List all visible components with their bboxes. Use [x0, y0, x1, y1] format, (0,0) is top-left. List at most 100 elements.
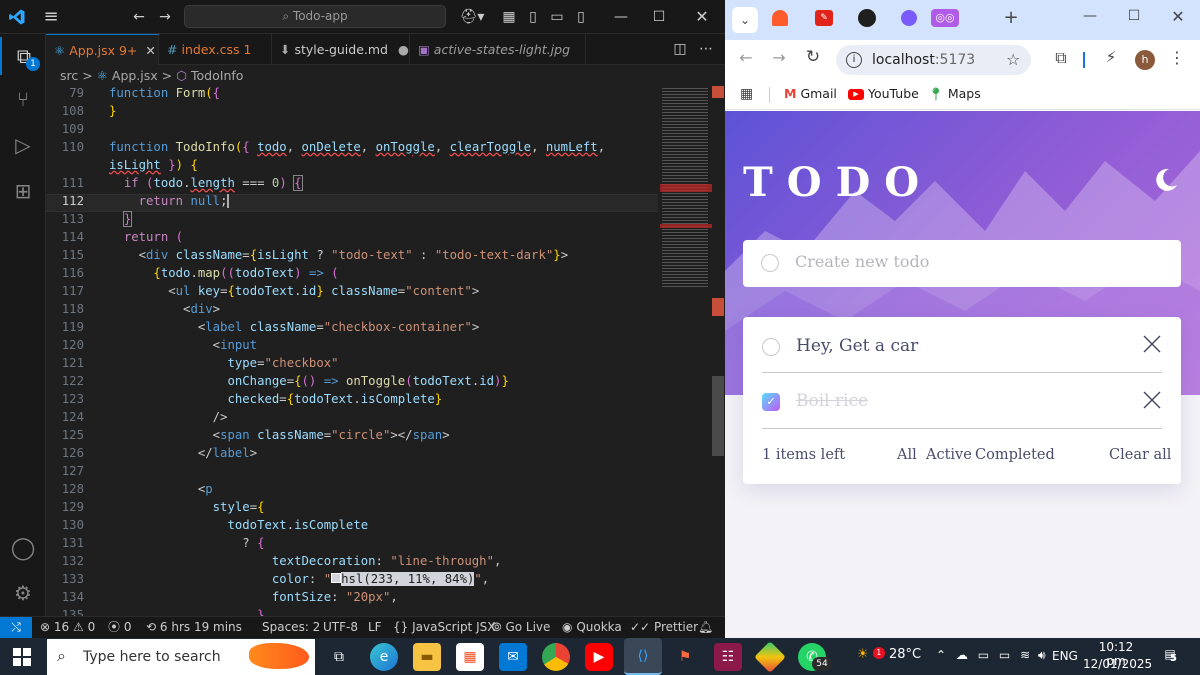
checked-circle-icon[interactable]: ✓: [762, 393, 780, 411]
toggle-panel-icon[interactable]: ▭: [546, 0, 568, 34]
avatar[interactable]: h: [1135, 50, 1155, 70]
file-explorer-icon[interactable]: ▬: [413, 643, 441, 671]
run-debug-icon[interactable]: ▷: [0, 126, 46, 164]
back-arrow-icon[interactable]: ←: [128, 0, 150, 34]
ports-indicator[interactable]: ⦿ 0: [108, 617, 131, 638]
layout-icon[interactable]: ▦: [498, 0, 520, 34]
app-icon-diamond[interactable]: [754, 641, 786, 673]
tab-favicon-2[interactable]: ✎: [815, 10, 833, 26]
youtube-app-icon[interactable]: ▶: [585, 643, 613, 671]
indentation[interactable]: Spaces: 2: [262, 617, 320, 638]
encoding[interactable]: UTF-8: [323, 617, 358, 638]
cloud-icon[interactable]: ☁: [956, 648, 968, 662]
end-of-line[interactable]: LF: [368, 617, 382, 638]
close-icon[interactable]: ✕: [1163, 7, 1193, 26]
todo-circle[interactable]: [762, 338, 780, 356]
tab-favicon-1[interactable]: [772, 10, 788, 26]
language-mode[interactable]: {} JavaScript JSX: [393, 617, 495, 638]
filter-active[interactable]: Active: [926, 447, 972, 463]
app-icon-flame[interactable]: ⚑: [671, 643, 699, 671]
tab-app-jsx[interactable]: ⚛ App.jsx 9+ ✕: [46, 34, 159, 65]
settings-gear-icon[interactable]: ⚙: [0, 574, 46, 612]
performance-icon[interactable]: ⚡: [1101, 48, 1121, 66]
reload-icon[interactable]: ↻: [802, 47, 824, 67]
notification-center-icon[interactable]: ▤ 5: [1160, 647, 1180, 665]
tab-search-button[interactable]: ⌄: [732, 7, 758, 33]
bookmark-maps[interactable]: 📍︎ Maps: [928, 86, 981, 102]
tab-favicon-5[interactable]: ◎◎: [931, 9, 959, 27]
notifications-bell-icon[interactable]: 🔔︎: [698, 617, 713, 638]
accounts-icon[interactable]: ◯: [0, 530, 46, 568]
address-bar[interactable]: i localhost:5173 ☆: [836, 45, 1031, 75]
breadcrumb-file[interactable]: App.jsx: [112, 68, 158, 83]
more-actions-icon[interactable]: ⋯: [696, 34, 716, 65]
forward-arrow-icon[interactable]: →: [768, 48, 790, 67]
github-icon[interactable]: [858, 9, 876, 27]
back-arrow-icon[interactable]: ←: [735, 48, 757, 67]
windows-start-icon[interactable]: [13, 648, 31, 666]
remote-indicator[interactable]: ⤭: [0, 617, 32, 638]
taskbar-search[interactable]: ⌕ Type here to search: [47, 639, 315, 675]
moon-icon[interactable]: [1153, 167, 1179, 193]
quokka-button[interactable]: ◉ Quokka: [562, 617, 622, 638]
toggle-sidebar-icon[interactable]: ▯: [522, 0, 544, 34]
tab-active-states[interactable]: ▣ active-states-light.jpg: [410, 34, 586, 65]
time-tracker[interactable]: ⟲ 6 hrs 19 mins: [146, 617, 242, 638]
editor-scrollbar[interactable]: [712, 86, 724, 616]
site-info-icon[interactable]: i: [846, 52, 862, 68]
menu-icon[interactable]: ≡: [38, 0, 64, 34]
whatsapp-icon[interactable]: ✆ 54: [798, 643, 832, 671]
clock-date[interactable]: 12/01/2025: [1083, 657, 1152, 671]
bookmark-gmail[interactable]: M Gmail: [784, 86, 837, 101]
copilot-icon[interactable]: ⛑▾: [458, 0, 486, 34]
chrome-icon[interactable]: [542, 643, 570, 671]
go-live-button[interactable]: ⦾ Go Live: [492, 617, 550, 638]
task-view-icon[interactable]: ⧉: [325, 643, 353, 671]
microsoft-store-icon[interactable]: ▦: [456, 643, 484, 671]
device-icon[interactable]: ▭: [999, 648, 1010, 662]
code-editor[interactable]: 79 108 109 110 111 112 113 114 115 116 117 118 119 12…: [46, 86, 658, 622]
source-control-icon[interactable]: ⑂: [0, 80, 46, 118]
clear-all-button[interactable]: Clear all: [1109, 447, 1171, 463]
maximize-icon[interactable]: ☐: [642, 0, 676, 34]
prettier-button[interactable]: ✓✓ Prettier: [630, 617, 698, 638]
app-icon-flag[interactable]: ☷: [714, 643, 742, 671]
vscode-taskbar-icon[interactable]: ⟨⟩: [624, 638, 662, 675]
new-tab-icon[interactable]: +: [999, 6, 1023, 30]
todo-item[interactable]: ✓ Boil rice: [743, 373, 1181, 428]
tab-close-icon[interactable]: ✕: [145, 43, 155, 58]
new-todo-circle[interactable]: [761, 254, 779, 272]
problems-indicator[interactable]: ⊗ 16 ⚠ 0: [40, 617, 95, 638]
edge-icon[interactable]: e: [370, 643, 398, 671]
filter-completed[interactable]: Completed: [975, 447, 1055, 463]
tab-favicon-4[interactable]: [901, 10, 917, 26]
split-editor-icon[interactable]: ◫: [670, 34, 690, 65]
bookmark-youtube[interactable]: ▶ YouTube: [848, 86, 919, 101]
todo-item[interactable]: Hey, Get a car: [743, 317, 1181, 373]
command-center-search[interactable]: ⌕ Todo-app: [184, 5, 446, 28]
toggle-secondary-sidebar-icon[interactable]: ▯: [570, 0, 592, 34]
breadcrumb-symbol[interactable]: TodoInfo: [191, 68, 243, 83]
forward-arrow-icon[interactable]: →: [154, 0, 176, 34]
delete-x-icon[interactable]: [1143, 335, 1161, 353]
battery-icon[interactable]: ▭: [978, 648, 989, 662]
close-icon[interactable]: ✕: [682, 0, 722, 34]
new-todo-input[interactable]: Create new todo: [743, 240, 1181, 287]
extensions-icon[interactable]: ⊞: [0, 172, 46, 210]
wifi-icon[interactable]: ≋: [1020, 648, 1030, 662]
maximize-icon[interactable]: ☐: [1119, 8, 1149, 24]
tab-index-css[interactable]: # index.css 1: [159, 34, 272, 65]
input-language[interactable]: ENG: [1052, 649, 1078, 663]
chrome-menu-icon[interactable]: ⋮: [1167, 48, 1187, 67]
minimap[interactable]: [658, 86, 713, 296]
minimize-icon[interactable]: —: [1075, 8, 1105, 24]
mail-icon[interactable]: ✉: [499, 643, 527, 671]
extensions-icon[interactable]: ⧉: [1051, 48, 1071, 68]
volume-icon[interactable]: 🔊︎: [1038, 648, 1046, 662]
explorer-icon[interactable]: ⧉ 1: [0, 37, 46, 75]
weather-widget[interactable]: ☀ 1 28°C: [857, 647, 921, 662]
chevron-up-icon[interactable]: ⌃: [936, 648, 946, 662]
delete-x-icon[interactable]: [1143, 391, 1161, 409]
breadcrumb-src[interactable]: src: [60, 68, 78, 83]
bookmark-star-icon[interactable]: ☆: [1006, 45, 1020, 75]
